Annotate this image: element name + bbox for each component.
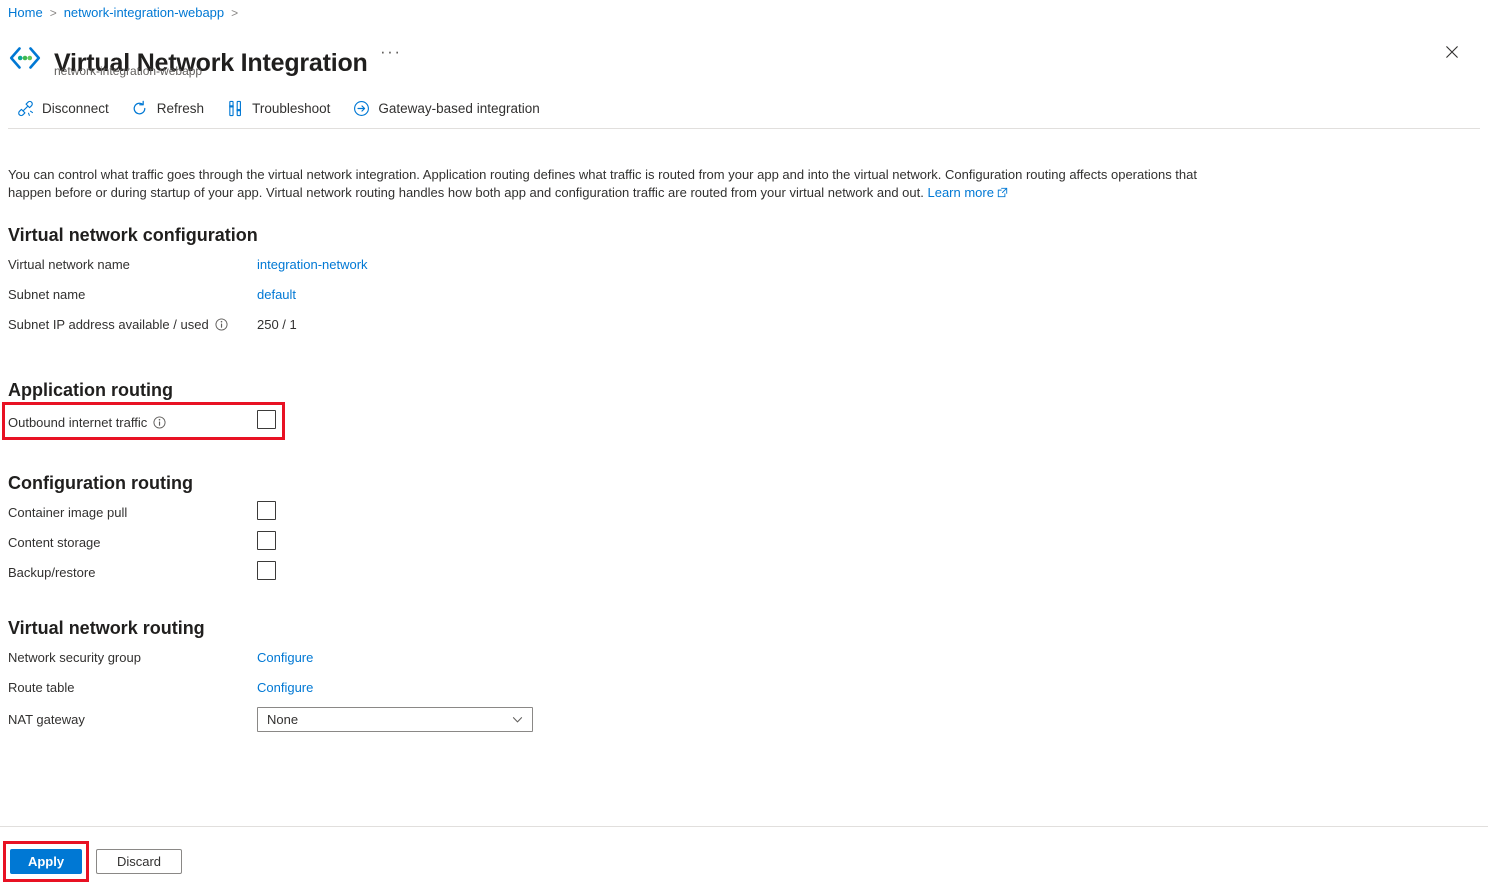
field-label: Content storage (8, 535, 101, 550)
field-outbound-internet-traffic: Outbound internet traffic (8, 411, 166, 433)
refresh-label: Refresh (157, 101, 204, 116)
more-options-button[interactable]: ··· (376, 40, 405, 64)
section-heading-vnet-configuration: Virtual network configuration (8, 225, 258, 246)
disconnect-icon (16, 99, 34, 117)
info-icon[interactable] (153, 416, 166, 429)
subnet-ip-availability-value: 250 / 1 (257, 317, 297, 332)
troubleshoot-icon (226, 99, 244, 117)
nat-gateway-selected-value: None (267, 712, 510, 727)
disconnect-label: Disconnect (42, 101, 109, 116)
checkbox-backup-restore[interactable] (257, 561, 276, 580)
section-heading-vnet-routing: Virtual network routing (8, 618, 205, 639)
disconnect-button[interactable]: Disconnect (14, 94, 119, 122)
refresh-icon (131, 99, 149, 117)
external-link-icon (997, 185, 1008, 196)
field-label: Network security group (8, 650, 141, 665)
command-bar: Disconnect Refresh Troubleshoot (14, 94, 560, 122)
breadcrumb-separator: > (50, 4, 57, 22)
apply-button[interactable]: Apply (10, 849, 82, 874)
field-label: Backup/restore (8, 565, 95, 580)
checkbox-container-image-pull[interactable] (257, 501, 276, 520)
field-network-security-group: Network security group Configure (8, 646, 141, 668)
field-label: Subnet name (8, 287, 85, 302)
footer-action-bar: Apply Discard (0, 827, 1488, 883)
field-label: Route table (8, 680, 75, 695)
command-bar-divider (8, 128, 1480, 129)
field-container-image-pull: Container image pull (8, 501, 127, 523)
network-security-group-configure-link[interactable]: Configure (257, 650, 313, 665)
nat-gateway-dropdown[interactable]: None (257, 707, 533, 732)
field-subnet-ip-availability: Subnet IP address available / used 250 /… (8, 313, 228, 335)
field-label: Subnet IP address available / used (8, 317, 209, 332)
field-virtual-network-name: Virtual network name integration-network (8, 253, 130, 275)
field-label: Virtual network name (8, 257, 130, 272)
field-label: Container image pull (8, 505, 127, 520)
learn-more-link[interactable]: Learn more (927, 185, 993, 200)
checkbox-content-storage[interactable] (257, 531, 276, 550)
breadcrumb: Home > network-integration-webapp > (8, 4, 245, 22)
troubleshoot-label: Troubleshoot (252, 101, 330, 116)
field-nat-gateway: NAT gateway (8, 708, 85, 730)
checkbox-outbound-internet-traffic[interactable] (257, 410, 276, 429)
gateway-based-integration-button[interactable]: Gateway-based integration (350, 94, 549, 122)
field-label: NAT gateway (8, 712, 85, 727)
close-button[interactable] (1436, 38, 1468, 70)
field-subnet-name: Subnet name default (8, 283, 85, 305)
vnet-integration-blade: Home > network-integration-webapp > Virt… (0, 0, 1488, 883)
breadcrumb-separator-trailing: > (231, 4, 238, 22)
vnet-integration-icon (8, 44, 42, 72)
breadcrumb-item-webapp[interactable]: network-integration-webapp (64, 4, 224, 22)
field-content-storage: Content storage (8, 531, 101, 553)
field-label: Outbound internet traffic (8, 415, 147, 430)
page-subtitle: network-integration-webapp (54, 64, 202, 78)
section-heading-application-routing: Application routing (8, 380, 173, 401)
troubleshoot-button[interactable]: Troubleshoot (224, 94, 340, 122)
discard-button[interactable]: Discard (96, 849, 182, 874)
section-heading-configuration-routing: Configuration routing (8, 473, 193, 494)
field-backup-restore: Backup/restore (8, 561, 95, 583)
intro-description: You can control what traffic goes throug… (8, 166, 1203, 201)
refresh-button[interactable]: Refresh (129, 94, 214, 122)
field-route-table: Route table Configure (8, 676, 75, 698)
breadcrumb-item-home[interactable]: Home (8, 4, 43, 22)
arrow-right-circle-icon (352, 99, 370, 117)
subnet-name-link[interactable]: default (257, 287, 296, 302)
blade-title-row: Virtual Network Integration ··· network-… (8, 30, 1480, 82)
virtual-network-name-link[interactable]: integration-network (257, 257, 368, 272)
gateway-based-integration-label: Gateway-based integration (378, 101, 539, 116)
intro-text: You can control what traffic goes throug… (8, 167, 1197, 200)
info-icon[interactable] (215, 318, 228, 331)
route-table-configure-link[interactable]: Configure (257, 680, 313, 695)
chevron-down-icon (510, 713, 524, 727)
close-icon (1445, 45, 1459, 64)
